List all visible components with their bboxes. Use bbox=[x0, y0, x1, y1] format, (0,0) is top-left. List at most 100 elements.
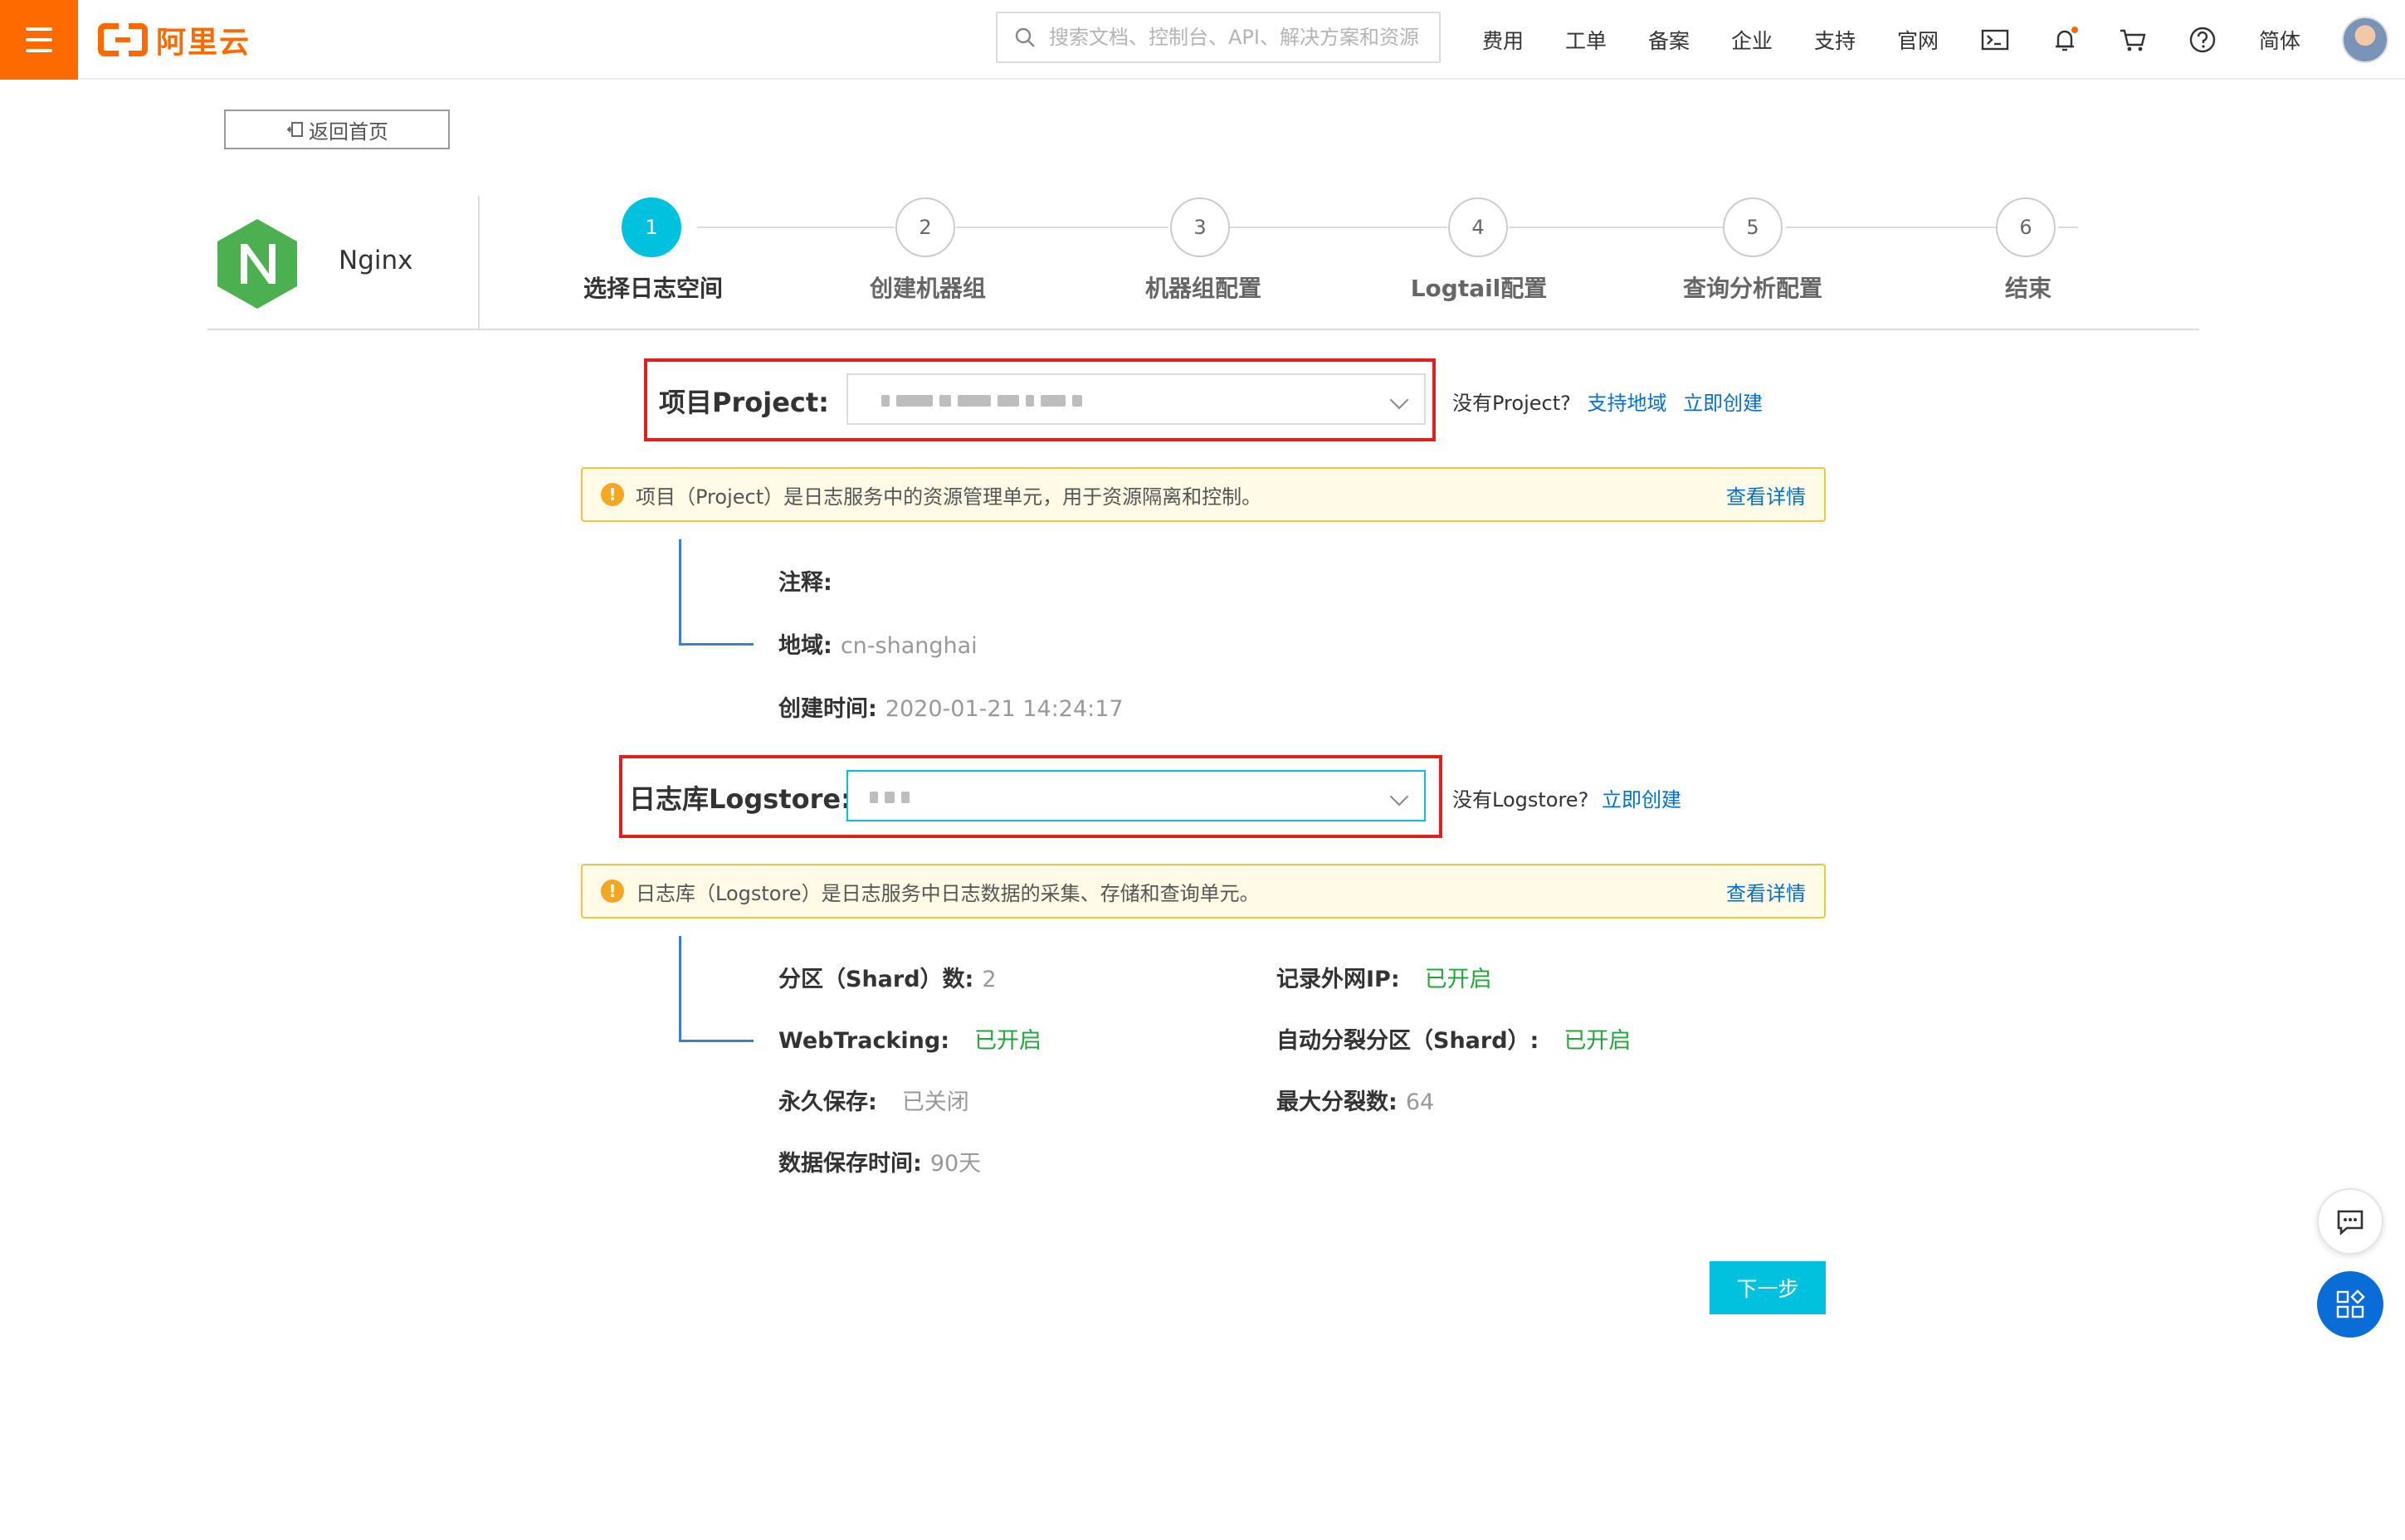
back-to-home-button[interactable]: 返回首页 bbox=[224, 110, 450, 149]
apps-float-button[interactable] bbox=[2317, 1271, 2383, 1338]
permanent-label: 永久保存: bbox=[778, 1089, 877, 1115]
menu-icon-bar bbox=[26, 49, 52, 52]
max-split-value: 64 bbox=[1405, 1089, 1435, 1115]
created-label: 创建时间: bbox=[778, 696, 877, 722]
step-4-label: Logtail配置 bbox=[1410, 275, 1548, 302]
nav-ticket[interactable]: 工单 bbox=[1565, 25, 1607, 55]
auto-split-label: 自动分裂分区（Shard）: bbox=[1276, 1028, 1539, 1054]
shard-value: 2 bbox=[982, 967, 997, 992]
nav-enterprise[interactable]: 企业 bbox=[1731, 25, 1773, 55]
step-3-label: 机器组配置 bbox=[1144, 275, 1261, 302]
warning-icon: ! bbox=[601, 880, 624, 903]
create-logstore-link[interactable]: 立即创建 bbox=[1602, 788, 1681, 811]
retention-label: 数据保存时间: bbox=[778, 1151, 922, 1177]
project-info-tree-line bbox=[679, 539, 754, 646]
hamburger-menu-button[interactable] bbox=[0, 0, 78, 80]
warning-icon: ! bbox=[601, 483, 624, 506]
project-select[interactable] bbox=[846, 373, 1426, 425]
webtracking-label: WebTracking: bbox=[778, 1028, 950, 1054]
search-box[interactable] bbox=[996, 12, 1441, 63]
region-value: cn-shanghai bbox=[840, 633, 978, 659]
search-input[interactable] bbox=[1049, 26, 1422, 49]
back-icon bbox=[286, 122, 303, 137]
comment-label: 注释: bbox=[778, 570, 832, 596]
user-avatar[interactable] bbox=[2342, 17, 2388, 63]
chat-float-button[interactable] bbox=[2317, 1188, 2383, 1255]
cart-icon[interactable] bbox=[2116, 23, 2149, 56]
create-project-link[interactable]: 立即创建 bbox=[1683, 392, 1763, 415]
external-ip-label: 记录外网IP: bbox=[1276, 967, 1400, 992]
next-step-button[interactable]: 下一步 bbox=[1710, 1261, 1826, 1314]
menu-icon-bar bbox=[26, 38, 52, 41]
terminal-icon[interactable] bbox=[1978, 23, 2012, 56]
retention-period: 数据保存时间: 90天 bbox=[778, 1145, 981, 1177]
step-1-label: 选择日志空间 bbox=[583, 275, 723, 302]
step-connector bbox=[1509, 227, 1724, 228]
retention-value: 90天 bbox=[929, 1151, 982, 1177]
auto-split-value: 已开启 bbox=[1563, 1028, 1632, 1054]
bell-icon[interactable] bbox=[2048, 23, 2081, 56]
nginx-icon bbox=[217, 219, 297, 309]
step-connector bbox=[1230, 227, 1447, 228]
back-label: 返回首页 bbox=[309, 119, 388, 144]
external-ip-value: 已开启 bbox=[1424, 967, 1492, 992]
brand-name: 阿里云 bbox=[156, 26, 251, 60]
step-2-label: 创建机器组 bbox=[869, 275, 986, 302]
step-connector bbox=[697, 227, 895, 228]
step-1-circle: 1 bbox=[622, 197, 681, 257]
logstore-select[interactable] bbox=[846, 770, 1426, 821]
aliyun-logo-icon bbox=[98, 22, 148, 57]
language-switch[interactable]: 简体 bbox=[2259, 25, 2300, 55]
project-comment: 注释: bbox=[778, 564, 832, 597]
shard-count: 分区（Shard）数: 2 bbox=[778, 961, 997, 993]
no-project-text: 没有Project? bbox=[1452, 392, 1571, 415]
step-connector bbox=[2058, 227, 2078, 228]
chevron-down-icon bbox=[1389, 787, 1409, 807]
logstore-notice-text: 日志库（Logstore）是日志服务中日志数据的采集、存储和查询单元。 bbox=[636, 881, 1260, 905]
step-4-circle: 4 bbox=[1448, 197, 1508, 257]
chevron-down-icon bbox=[1389, 390, 1409, 410]
no-project-hint: 没有Project? 支持地域 立即创建 bbox=[1452, 387, 1763, 416]
aliyun-logo[interactable]: 阿里云 bbox=[98, 20, 251, 60]
step-connector bbox=[1786, 227, 1997, 228]
region-label: 地域: bbox=[778, 633, 832, 659]
nav-icp-filing[interactable]: 备案 bbox=[1648, 25, 1690, 55]
integration-name: Nginx bbox=[339, 246, 413, 275]
step-6-circle: 6 bbox=[1996, 197, 2056, 257]
nav-support[interactable]: 支持 bbox=[1814, 25, 1856, 55]
webtracking-status: WebTracking: 已开启 bbox=[778, 1022, 1042, 1055]
max-split-count: 最大分裂数: 64 bbox=[1276, 1084, 1434, 1116]
masked-project-value bbox=[881, 395, 1082, 407]
support-region-link[interactable]: 支持地域 bbox=[1588, 392, 1667, 415]
permanent-value: 已关闭 bbox=[901, 1089, 969, 1115]
step-5-circle: 5 bbox=[1723, 197, 1783, 257]
logstore-info-tree-line bbox=[679, 936, 754, 1042]
project-details-link[interactable]: 查看详情 bbox=[1726, 480, 1806, 509]
logstore-details-link[interactable]: 查看详情 bbox=[1726, 877, 1806, 906]
step-5-label: 查询分析配置 bbox=[1682, 275, 1822, 302]
logstore-label: 日志库Logstore: bbox=[629, 783, 851, 815]
masked-logstore-value bbox=[870, 792, 910, 803]
created-value: 2020-01-21 14:24:17 bbox=[885, 696, 1124, 722]
header-bottom-divider bbox=[207, 329, 2199, 330]
menu-icon-bar bbox=[26, 27, 52, 31]
nav-official-site[interactable]: 官网 bbox=[1897, 25, 1939, 55]
logstore-notice: ! 日志库（Logstore）是日志服务中日志数据的采集、存储和查询单元。 查看… bbox=[581, 864, 1826, 919]
project-label: 项目Project: bbox=[659, 387, 829, 418]
project-notice-text: 项目（Project）是日志服务中的资源管理单元，用于资源隔离和控制。 bbox=[636, 485, 1262, 509]
no-logstore-text: 没有Logstore? bbox=[1452, 788, 1589, 811]
max-split-label: 最大分裂数: bbox=[1276, 1089, 1398, 1115]
nav-billing[interactable]: 费用 bbox=[1482, 25, 1524, 55]
project-region: 地域: cn-shanghai bbox=[778, 627, 978, 660]
project-notice: ! 项目（Project）是日志服务中的资源管理单元，用于资源隔离和控制。 查看… bbox=[581, 467, 1826, 522]
chat-icon bbox=[2337, 1210, 2364, 1235]
search-icon bbox=[1015, 27, 1035, 47]
shard-label: 分区（Shard）数: bbox=[778, 967, 974, 992]
apps-grid-icon bbox=[2336, 1289, 2365, 1318]
step-connector bbox=[956, 227, 1168, 228]
permanent-storage-status: 永久保存: 已关闭 bbox=[778, 1084, 969, 1116]
help-icon[interactable] bbox=[2186, 23, 2219, 56]
webtracking-value: 已开启 bbox=[974, 1028, 1042, 1054]
step-3-circle: 3 bbox=[1170, 197, 1230, 257]
no-logstore-hint: 没有Logstore? 立即创建 bbox=[1452, 783, 1681, 812]
